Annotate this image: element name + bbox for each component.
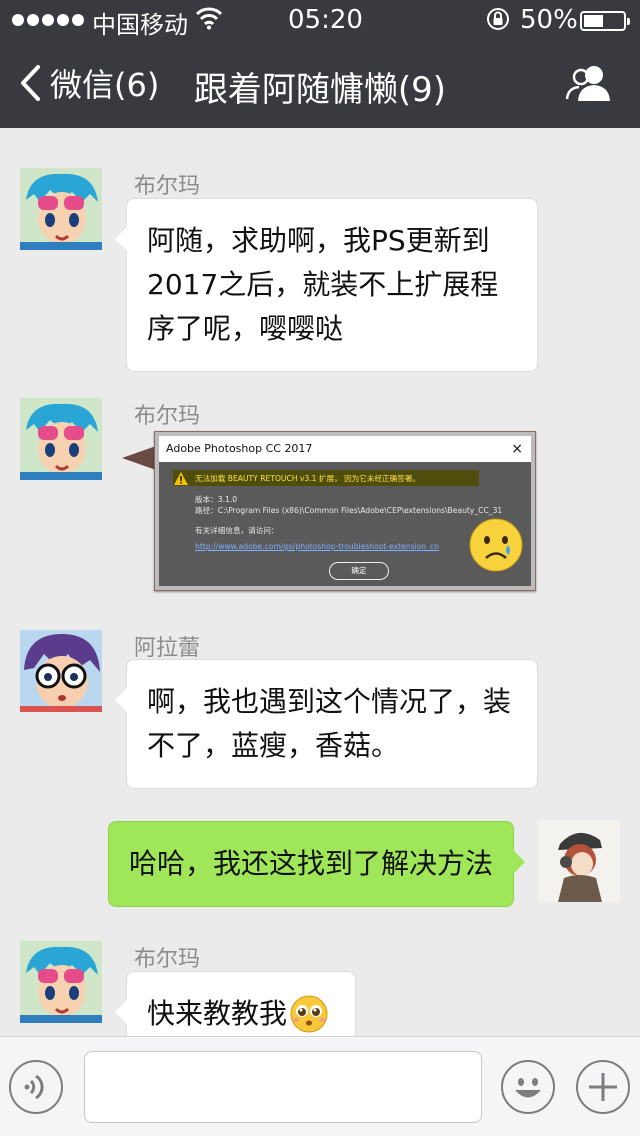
outgoing-message-bubble[interactable]: 哈哈，我还这找到了解决方法 — [108, 821, 525, 907]
error-dialog-screenshot: Adobe Photoshop CC 2017 × 无法加载 BEAUTY RE… — [159, 436, 531, 586]
dialog-link: http://www.adobe.com/go/photoshop-troubl… — [195, 542, 439, 551]
message-text: 快来教教我 — [147, 997, 288, 1030]
dialog-info: 有关详细信息，请访问： — [195, 526, 279, 535]
sender-name: 布尔玛 — [134, 174, 201, 199]
battery-icon — [580, 11, 630, 31]
warning-icon — [174, 472, 188, 485]
image-bubble-tail — [122, 446, 156, 470]
back-chevron-icon — [21, 65, 40, 101]
emoji-icon[interactable] — [500, 1059, 556, 1115]
wifi-icon — [196, 7, 222, 30]
avatar-arale[interactable] — [20, 630, 102, 712]
close-icon: × — [511, 441, 523, 457]
sender-name: 布尔玛 — [134, 404, 201, 429]
sad-face-emoji-icon — [469, 518, 523, 572]
dialog-title-bar: Adobe Photoshop CC 2017 × — [159, 436, 531, 462]
message-bubble[interactable]: 啊，我也遇到这个情况了，装不了，蓝瘦，香菇。 — [115, 659, 538, 789]
avatar-bulma[interactable] — [20, 941, 102, 1023]
avatar-bulma[interactable] — [20, 398, 102, 480]
message-bubble[interactable]: 阿随，求助啊，我PS更新到2017之后，就装不上扩展程序了呢，嘤嘤哒 — [115, 198, 538, 372]
status-bar: 中国移动 05:20 50% — [0, 0, 640, 40]
avatar-bulma[interactable] — [20, 168, 102, 250]
voice-icon[interactable] — [8, 1059, 64, 1115]
chat-area[interactable]: 布尔玛 阿随，求助啊，我PS更新到2017之后，就装不上扩展程序了呢，嘤嘤哒 布… — [0, 128, 640, 1036]
back-button[interactable]: 微信(6) — [18, 60, 159, 106]
warning-row: 无法加载 BEAUTY RETOUCH v3.1 扩展， 因为它未经正确签署。 — [173, 470, 479, 486]
pleading-face-emoji-icon — [290, 995, 328, 1033]
dialog-version: 版本：3.1.0 — [195, 495, 238, 504]
back-label: 微信(6) — [50, 66, 160, 104]
signal-dots — [12, 14, 84, 26]
dialog-title: Adobe Photoshop CC 2017 — [166, 442, 313, 455]
rotation-lock-icon — [487, 8, 509, 30]
clock-time: 05:20 — [288, 5, 363, 35]
dialog-path: 路径：C:\Program Files (x86)\Common Files\A… — [195, 506, 503, 515]
warning-text: 无法加载 BEAUTY RETOUCH v3.1 扩展， 因为它未经正确签署。 — [195, 474, 421, 483]
message-input[interactable] — [84, 1051, 482, 1123]
carrier-label: 中国移动 — [92, 11, 188, 39]
battery-percent: 50% — [520, 5, 578, 35]
group-members-icon[interactable] — [564, 64, 614, 102]
avatar-self[interactable] — [538, 820, 620, 902]
dialog-body: 无法加载 BEAUTY RETOUCH v3.1 扩展， 因为它未经正确签署。 … — [159, 462, 531, 586]
plus-icon[interactable] — [575, 1059, 631, 1115]
top-bar: 中国移动 05:20 50% 微信(6) 跟着阿随慵懒(9) — [0, 0, 640, 128]
dialog-ok-button: 确定 — [329, 562, 389, 580]
sender-name: 阿拉蕾 — [134, 636, 201, 661]
input-bar — [0, 1036, 640, 1136]
message-bubble[interactable]: 快来教教我 — [115, 971, 356, 1036]
sender-name: 布尔玛 — [134, 947, 201, 972]
image-message[interactable]: Adobe Photoshop CC 2017 × 无法加载 BEAUTY RE… — [154, 431, 536, 591]
